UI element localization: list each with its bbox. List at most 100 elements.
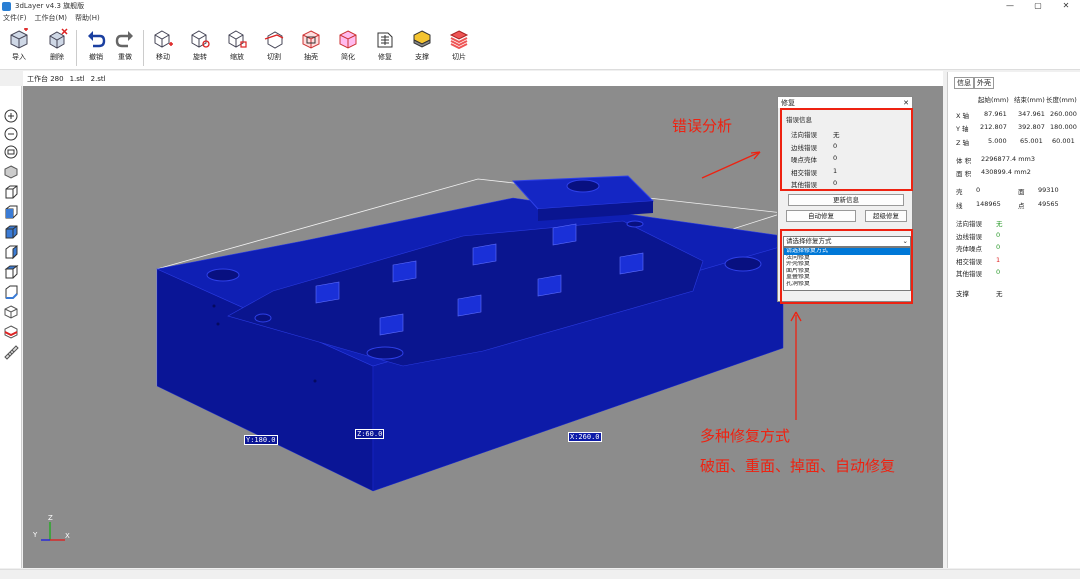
model-small-hole: [212, 304, 216, 308]
delete-button[interactable]: 删除: [41, 28, 73, 62]
update-info-button[interactable]: 更新信息: [788, 194, 904, 206]
support-button[interactable]: 支撑: [406, 28, 438, 62]
menu-help[interactable]: 帮助(H): [75, 12, 100, 24]
view-top-icon[interactable]: [3, 264, 19, 280]
slice-button[interactable]: 切片: [443, 28, 475, 62]
import-button[interactable]: 导入: [3, 28, 35, 62]
scale-button[interactable]: 缩放: [221, 28, 253, 62]
model-boss: [537, 274, 562, 297]
axis-length: 260.000: [1050, 110, 1077, 118]
volume-label: 体 积: [956, 157, 972, 165]
tab-info[interactable]: 信息: [954, 77, 974, 89]
model-boss: [619, 252, 644, 275]
redo-button[interactable]: 重做: [109, 28, 141, 62]
maximize-button[interactable]: ▢: [1024, 0, 1052, 12]
model-boss: [472, 243, 497, 266]
tab-shell[interactable]: 外壳: [974, 77, 994, 89]
x-dimension-label: X:260.0: [568, 432, 602, 442]
zoom-out-icon[interactable]: [3, 126, 19, 142]
repair-dialog-title: 修复: [781, 98, 795, 107]
measure-icon[interactable]: [3, 344, 19, 360]
error-info-highlight: [780, 108, 913, 191]
error-value: 0: [996, 268, 1001, 276]
model-hole: [626, 220, 644, 228]
repair-button[interactable]: 修复: [369, 28, 401, 62]
face-count-label: 面: [1018, 188, 1025, 196]
close-icon[interactable]: ✕: [903, 99, 909, 107]
simplify-label: 简化: [341, 53, 355, 61]
window-title: 3dLayer v4.3 旗舰版: [15, 2, 85, 10]
auto-repair-button[interactable]: 自动修复: [786, 210, 856, 222]
toolbar: 导入 删除 撤销 重做 移动 旋转 缩放 切割 抽壳 简化 修复 支撑 切片: [0, 24, 1080, 70]
menu-file[interactable]: 文件(F): [3, 12, 27, 24]
move-label: 移动: [156, 53, 170, 61]
minimize-button[interactable]: —: [996, 0, 1024, 12]
move-button[interactable]: 移动: [147, 28, 179, 62]
model-boss: [379, 313, 404, 336]
view-iso-icon[interactable]: [3, 164, 19, 180]
tab-file-2[interactable]: 2.stl: [91, 75, 106, 83]
model-boss: [457, 294, 482, 317]
delete-label: 删除: [50, 53, 64, 61]
view-right-icon[interactable]: [3, 244, 19, 260]
axis-name: Z 轴: [956, 139, 970, 147]
view-back-icon[interactable]: [3, 204, 19, 220]
axis-y-label: Y: [33, 531, 38, 539]
support-value: 无: [996, 290, 1003, 298]
workbench-tabs: 工作台 280 1.stl 2.stl: [23, 71, 943, 86]
tab-file-1[interactable]: 1.stl: [70, 75, 85, 83]
line-count-label: 线: [956, 202, 963, 210]
axis-z-label: Z: [48, 514, 53, 522]
shell-count-value: 0: [976, 186, 981, 194]
super-repair-button[interactable]: 超级修复: [865, 210, 907, 222]
redo-icon: [115, 31, 133, 48]
app-logo-icon: [2, 1, 11, 11]
rotate-button[interactable]: 旋转: [184, 28, 216, 62]
error-label: 相交错误: [956, 258, 982, 266]
shell-label: 抽壳: [304, 53, 318, 61]
annotation-error-analysis: 错误分析: [672, 117, 733, 135]
wireframe-icon[interactable]: [3, 304, 19, 320]
error-label: 其他错误: [956, 270, 982, 278]
axis-end: 347.961: [1018, 110, 1045, 118]
cut-button[interactable]: 切割: [258, 28, 290, 62]
repair-dialog-header: 修复 ✕: [778, 97, 912, 108]
tab-workbench[interactable]: 工作台 280: [27, 74, 64, 84]
status-bar: [0, 569, 1080, 579]
title-bar: 3dLayer v4.3 旗舰版: [0, 0, 1080, 12]
undo-button[interactable]: 撤销: [80, 28, 112, 62]
support-label: 支撑: [956, 290, 969, 298]
info-panel-tabs: 信息 外壳: [954, 77, 994, 89]
shell-button[interactable]: 抽壳: [295, 28, 327, 62]
point-count-value: 49565: [1038, 200, 1059, 208]
error-value: 0: [996, 231, 1001, 239]
view-bottom-icon[interactable]: [3, 284, 19, 300]
y-dimension-label: Y:180.0: [244, 435, 278, 445]
cut-label: 切割: [267, 53, 281, 61]
simplify-icon: [339, 30, 357, 49]
col-end-header: 结束(mm): [1014, 96, 1045, 104]
toolbar-separator: [76, 30, 77, 66]
menu-workbench[interactable]: 工作台(M): [35, 12, 68, 24]
model-hole: [566, 179, 600, 193]
view-left-icon[interactable]: [3, 224, 19, 240]
line-count-value: 148965: [976, 200, 1001, 208]
view-front-icon[interactable]: [3, 184, 19, 200]
close-button[interactable]: ✕: [1052, 0, 1080, 12]
zoom-fit-icon[interactable]: [3, 144, 19, 160]
axis-start: 87.961: [984, 110, 1007, 118]
volume-value: 2296877.4 mm3: [981, 155, 1036, 163]
undo-label: 撤销: [89, 53, 103, 61]
axis-length: 60.001: [1052, 137, 1075, 145]
simplify-button[interactable]: 简化: [332, 28, 364, 62]
error-value: 0: [996, 243, 1001, 251]
annotation-repair-types: 破面、重面、掉面、自动修复: [700, 457, 896, 475]
zoom-in-icon[interactable]: [3, 108, 19, 124]
slice-icon: [449, 30, 469, 50]
shell-icon: [302, 30, 320, 49]
model-hole: [366, 346, 404, 360]
redo-label: 重做: [118, 53, 132, 61]
area-label: 面 积: [956, 170, 972, 178]
section-view-icon[interactable]: [3, 324, 19, 340]
model-small-hole: [216, 322, 220, 326]
